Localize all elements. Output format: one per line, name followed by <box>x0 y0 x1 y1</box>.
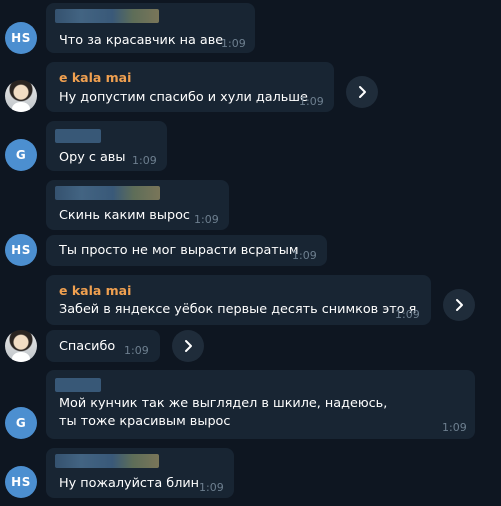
message-bubble[interactable]: Скинь каким вырос 1:09 <box>46 180 229 230</box>
chevron-right-icon <box>359 86 366 98</box>
message-text: Скинь каким вырос <box>59 208 190 223</box>
avatar[interactable] <box>5 330 37 362</box>
forward-button[interactable] <box>443 289 475 321</box>
sender-name-blurred <box>55 129 101 143</box>
avatar[interactable] <box>5 80 37 112</box>
sender-name-blurred <box>55 378 101 392</box>
avatar[interactable]: HS <box>5 234 37 266</box>
message-time: 1:09 <box>132 154 157 167</box>
message-time: 1:09 <box>395 308 420 321</box>
message-bubble[interactable]: Ну пожалуйста блин 1:09 <box>46 448 234 498</box>
message-bubble[interactable]: Мой кунчик так же выглядел в шкиле, наде… <box>46 370 475 439</box>
message-bubble[interactable]: e kala mai Ну допустим спасибо и хули да… <box>46 62 334 112</box>
message-time: 1:09 <box>292 249 317 262</box>
message-time: 1:09 <box>124 344 149 357</box>
forward-button[interactable] <box>346 76 378 108</box>
message-text: Ты просто не мог вырасти всратым <box>59 243 299 258</box>
forward-button[interactable] <box>172 330 204 362</box>
message-bubble[interactable]: Спасибо 1:09 <box>46 330 160 362</box>
message-time: 1:09 <box>194 213 219 226</box>
chevron-right-icon <box>456 299 463 311</box>
sender-name[interactable]: e kala mai <box>59 283 131 298</box>
avatar[interactable]: HS <box>5 22 37 54</box>
avatar[interactable]: HS <box>5 466 37 498</box>
sender-name-blurred <box>55 186 160 200</box>
sender-name[interactable]: e kala mai <box>59 70 131 85</box>
message-text: Ну допустим спасибо и хули дальше <box>59 90 308 105</box>
message-bubble[interactable]: Ору с авы 1:09 <box>46 121 167 171</box>
sender-name-blurred <box>55 9 159 23</box>
message-text: Ору с авы <box>59 150 126 165</box>
chevron-right-icon <box>185 340 192 352</box>
message-bubble[interactable]: Что за красавчик на аве 1:09 <box>46 3 255 53</box>
message-time: 1:09 <box>199 481 224 494</box>
message-bubble[interactable]: Ты просто не мог вырасти всратым 1:09 <box>46 235 327 266</box>
message-text: Спасибо <box>59 339 116 354</box>
sender-name-blurred <box>55 454 159 468</box>
message-time: 1:09 <box>442 421 467 434</box>
avatar[interactable]: G <box>5 407 37 439</box>
message-text: Что за красавчик на аве <box>59 33 224 48</box>
message-text: Забей в яндексе уёбок первые десять сним… <box>59 302 417 317</box>
message-text: Мой кунчик так же выглядел в шкиле, наде… <box>59 396 388 429</box>
avatar[interactable]: G <box>5 139 37 171</box>
message-time: 1:09 <box>299 95 324 108</box>
message-text: Ну пожалуйста блин <box>59 476 200 491</box>
message-bubble[interactable]: e kala mai Забей в яндексе уёбок первые … <box>46 275 431 325</box>
message-time: 1:09 <box>221 37 246 50</box>
